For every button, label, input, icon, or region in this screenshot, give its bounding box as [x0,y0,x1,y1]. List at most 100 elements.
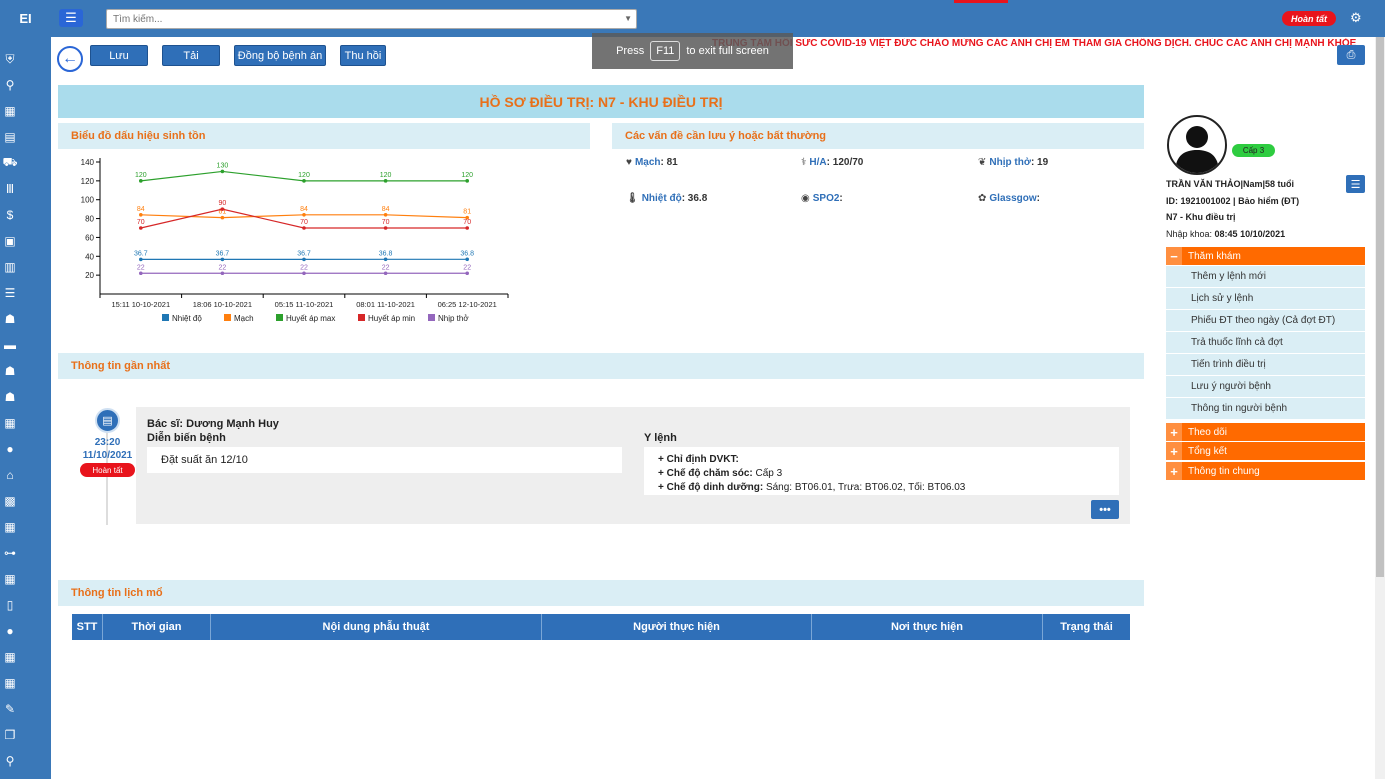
data-point [302,257,306,262]
status-badge[interactable]: Hoàn tất [1282,11,1336,26]
data-point [139,226,143,230]
vials-icon[interactable]: Ⅲ [0,181,20,197]
doctor-icon[interactable]: ☗ [0,311,20,327]
patient-menu-button[interactable]: ☰ [1346,175,1365,193]
order-nutrition-label: + Chế độ dinh dưỡng: [658,482,764,493]
data-label: 36.8 [460,250,474,257]
care-level-badge: Cấp 3 [1232,144,1275,157]
patient-id: ID: 1921001002 | Bảo hiểm (ĐT) [1166,196,1300,206]
avatar [1167,115,1227,175]
syringe-icon[interactable]: ✎ [0,701,20,717]
data-point [302,271,306,276]
col-place: Nơi thực hiện [812,614,1043,640]
data-label: 90 [219,200,227,207]
table-icon-3[interactable]: ▦ [0,571,20,587]
accordion-summary-label: Tổng kết [1188,445,1227,457]
dollar-icon[interactable]: $ [0,207,20,223]
legend-swatch [224,314,231,321]
menu-daily-sheet[interactable]: Phiếu ĐT theo ngày (Cả đợt ĐT) [1166,310,1365,332]
orders-label: Y lệnh [644,432,677,444]
binoculars-icon[interactable]: ● [0,441,20,457]
timeline-time: 23:20 [94,437,121,448]
print-button[interactable]: ⎙ [1337,45,1365,65]
hospital-icon[interactable]: ▩ [0,493,20,509]
col-content: Nội dung phẫu thuật [211,614,542,640]
money-icon[interactable]: ▣ [0,233,20,249]
reload-button[interactable]: Tải [162,45,220,66]
menu-return-drugs[interactable]: Trả thuốc lĩnh cả đợt [1166,332,1365,354]
sitemap-icon[interactable]: ⊶ [0,545,20,561]
accordion-follow[interactable]: + Theo dõi [1166,423,1365,441]
scrollbar-thumb[interactable] [1376,37,1384,577]
revoke-button[interactable]: Thu hồi [340,45,386,66]
vital-bp-value: : 120/70 [826,157,864,168]
table-icon[interactable]: ▦ [0,415,20,431]
data-point [302,213,306,217]
abnormal-header: Các vấn đề cần lưu ý hoặc bất thường [612,123,1144,149]
hamburger-menu-button[interactable]: ☰ [59,9,83,27]
order-dvkt: + Chỉ định DVKT: [658,454,739,465]
menu-patient-notes[interactable]: Lưu ý người bệnh [1166,376,1365,398]
more-button[interactable]: ••• [1091,500,1119,519]
chevron-down-icon[interactable]: ▼ [624,14,632,23]
data-point [302,179,306,183]
search-icon[interactable]: ⚲ [0,753,20,769]
document-icon[interactable]: ▥ [0,259,20,275]
search-box[interactable]: ▼ [106,9,637,29]
drop-icon[interactable]: ● [0,623,20,639]
menu-patient-info[interactable]: Thông tin người bệnh [1166,398,1365,420]
bed-icon[interactable]: ▬ [0,337,20,353]
file-icon[interactable]: ▯ [0,597,20,613]
menu-new-order[interactable]: Thêm y lệnh mới [1166,266,1365,288]
gears-icon[interactable]: ⚙ [1350,10,1362,26]
ambulance-icon[interactable]: ⛟ [0,155,20,171]
grid-icon[interactable]: ▦ [0,103,20,119]
vital-temperature-label: Nhiệt độ [641,193,682,204]
warehouse-icon[interactable]: ⌂ [0,467,20,483]
vital-respiration-label: Nhịp thở [989,157,1031,168]
box-icon[interactable]: ▤ [0,129,20,145]
menu-order-history[interactable]: Lịch sử y lệnh [1166,288,1365,310]
list-icon[interactable]: ☰ [0,285,20,301]
patient-name: TRẦN VĂN THẢO|Nam|58 tuổi [1166,179,1295,189]
table-icon-5[interactable]: ▦ [0,675,20,691]
search-plus-icon[interactable]: ⚲ [0,77,20,93]
accordion-exam[interactable]: − Thăm khám [1166,247,1365,265]
page-scrollbar[interactable] [1375,37,1385,779]
app-logo[interactable]: EI [0,0,51,37]
data-point [465,179,470,183]
user-cog-icon[interactable]: ☗ [0,389,20,405]
sync-record-button[interactable]: Đồng bộ bệnh án [234,45,326,66]
search-input[interactable] [107,10,607,28]
plus-icon: + [1166,442,1182,460]
fullscreen-press-text: Press [616,45,645,57]
table-icon-2[interactable]: ▦ [0,519,20,535]
timeline-date: 11/10/2021 [82,450,133,461]
timeline-calendar-icon: ▤ [95,408,120,433]
vitals-chart-header: Biểu đồ dấu hiệu sinh tồn [58,123,590,149]
users-icon[interactable]: ☗ [0,363,20,379]
minus-icon: − [1166,247,1182,265]
page-title: HỒ SƠ ĐIỀU TRỊ: N7 - KHU ĐIỀU TRỊ [58,85,1144,118]
copy-icon[interactable]: ❐ [0,727,20,743]
x-tick-label: 18:06 10-10-2021 [193,300,252,309]
data-label: 22 [300,264,308,271]
red-indicator [954,0,1008,3]
print-icon: ⎙ [1346,48,1356,61]
shield-icon[interactable]: ⛨ [0,51,20,67]
menu-treatment-progress[interactable]: Tiến trình điều trị [1166,354,1365,376]
vital-pulse-value: : 81 [660,157,678,168]
table-icon-4[interactable]: ▦ [0,649,20,665]
accordion-general[interactable]: + Thông tin chung [1166,462,1365,480]
back-button[interactable]: ← [57,46,83,72]
y-tick-label: 140 [81,158,95,167]
fullscreen-notice: Press F11 to exit full screen [592,33,793,69]
save-button[interactable]: Lưu [90,45,148,66]
x-tick-label: 05:15 11-10-2021 [275,300,334,309]
accordion-summary[interactable]: + Tổng kết [1166,442,1365,460]
data-point [139,179,143,183]
data-label: 36.7 [297,250,311,257]
surgery-header: Thông tin lịch mổ [58,580,1144,606]
col-performer: Người thực hiện [542,614,812,640]
legend-label: Mạch [234,314,254,323]
